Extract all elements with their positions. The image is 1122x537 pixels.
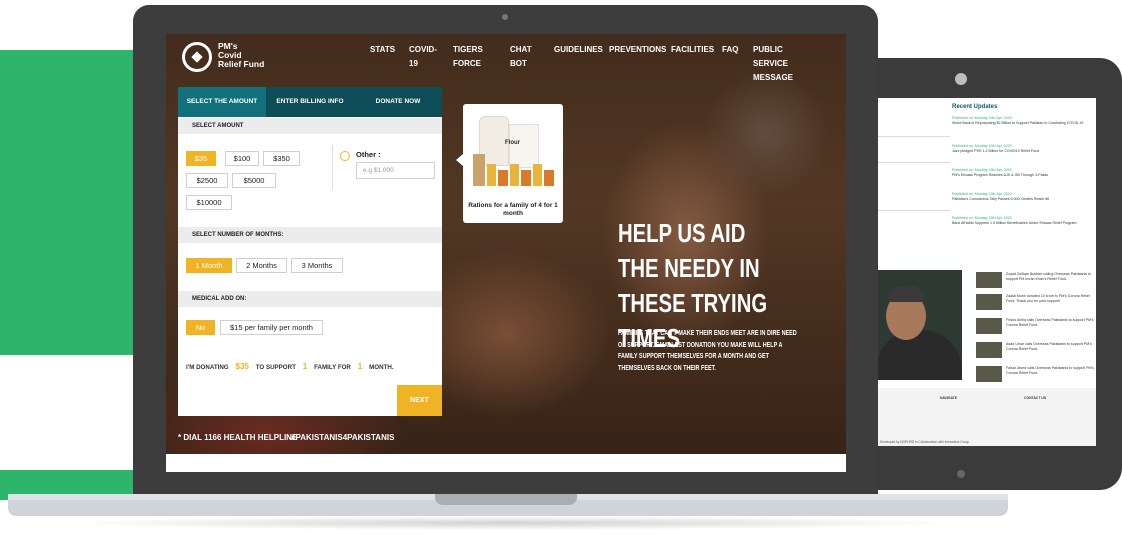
video-title[interactable]: Firdos Ashiq calls Overseas Pakistanis t… — [1006, 318, 1094, 328]
ration-caption: Rations for a family of 4 for 1 month — [468, 202, 558, 217]
months-1-button[interactable]: 1 Month — [186, 258, 232, 273]
nav-facilities[interactable]: FACILITIES — [671, 43, 714, 57]
video-thumbnail[interactable] — [976, 342, 1002, 358]
months-2-button[interactable]: 2 Months — [236, 258, 287, 273]
nav-preventions[interactable]: PREVENTIONS — [609, 43, 666, 57]
video-thumbnail[interactable] — [976, 318, 1002, 334]
months-title: SELECT NUMBER OF MONTHS: — [178, 227, 442, 243]
logo-icon[interactable] — [182, 42, 212, 72]
nav-tigers-force[interactable]: TIGERS FORCE — [453, 43, 483, 71]
ration-image: Flour — [467, 108, 559, 194]
laptop-notch — [435, 494, 577, 505]
camera-icon — [502, 14, 508, 20]
video-title[interactable]: Zoyad Zulfiqar Bukhari calling Overseas … — [1006, 272, 1094, 282]
months-3-button[interactable]: 3 Months — [291, 258, 343, 273]
other-amount-label: Other : — [356, 150, 381, 159]
next-button[interactable]: NEXT — [397, 385, 442, 416]
other-amount-input[interactable]: e.g $1,000 — [356, 162, 435, 179]
nav-public-service-message[interactable]: PUBLIC SERVICE MESSAGE — [753, 43, 815, 85]
amount-100-button[interactable]: $100 — [225, 151, 259, 166]
medical-15-button[interactable]: $15 per family per month — [220, 320, 323, 335]
sack-label: Flour — [505, 140, 520, 146]
secondary-screen: Recent Updates Published on: Monday 13th… — [874, 98, 1096, 446]
select-amount-title: SELECT AMOUNT — [178, 118, 442, 134]
medical-no-button[interactable]: No — [186, 320, 215, 335]
video-title[interactable]: Asad Umar calls Overseas Pakistanis to s… — [1006, 342, 1094, 352]
amount-2500-button[interactable]: $2500 — [186, 173, 228, 188]
update-item[interactable]: Published on: Monday 13th Apr, 2020 Jazz… — [952, 144, 1092, 154]
step-select-amount[interactable]: SELECT THE AMOUNT — [178, 87, 266, 117]
donation-form: SELECT THE AMOUNT ENTER BILLING INFO DON… — [178, 87, 442, 416]
step-donate-now[interactable]: DONATE NOW — [354, 87, 442, 117]
nav-covid-19[interactable]: COVID-19 — [409, 43, 437, 71]
video-thumbnail[interactable] — [976, 366, 1002, 382]
video-thumbnail[interactable] — [976, 294, 1002, 310]
nav-chat-bot[interactable]: CHAT BOT — [510, 43, 532, 71]
footer-contact-heading: CONTACT US — [1024, 396, 1046, 400]
video-title[interactable]: Faisal Javed calls Overseas Pakistanis t… — [1006, 366, 1094, 376]
divider — [874, 210, 950, 211]
amount-350-button[interactable]: $350 — [263, 151, 300, 166]
video-title[interactable]: Zaalal Munir donated 10 crore to PM's Co… — [1006, 294, 1094, 304]
home-button — [957, 470, 965, 478]
medical-title: MEDICAL ADD ON: — [178, 291, 442, 307]
donation-summary: I'M DONATING $35 TO SUPPORT 1 FAMILY FOR… — [186, 362, 394, 371]
amount-10000-button[interactable]: $10000 — [186, 195, 232, 210]
update-item[interactable]: Published on: Monday 13th Apr, 2020 PM's… — [952, 168, 1092, 178]
helpline-text[interactable]: * DIAL 1166 HEALTH HELPLINE — [178, 433, 297, 442]
video-thumbnail[interactable] — [976, 272, 1002, 288]
recent-updates-title: Recent Updates — [952, 104, 998, 110]
nav-faq[interactable]: FAQ — [722, 43, 738, 57]
hashtag-text[interactable]: #PAKISTANIS4PAKISTANIS — [291, 433, 394, 442]
footer-navigate-heading: NAVIGATE — [940, 396, 958, 400]
update-item[interactable]: Published on: Monday 13th Apr, 2020 Bank… — [952, 216, 1092, 226]
divider — [332, 145, 333, 189]
pm-photo — [876, 270, 962, 380]
amount-5000-button[interactable]: $5000 — [232, 173, 276, 188]
update-item[interactable]: Published on: Monday 13th Apr, 2020 Paki… — [952, 192, 1092, 202]
other-amount-radio[interactable] — [340, 151, 350, 161]
page: Recent Updates Published on: Monday 13th… — [0, 0, 1122, 537]
update-item[interactable]: Published on: Monday 13th Apr, 2020 Worl… — [952, 116, 1092, 126]
divider — [874, 136, 950, 137]
secondary-footer: NAVIGATE CONTACT US Developed by NOPHRD … — [874, 388, 1096, 446]
hero-subtitle: FAMILIES THAT CAN'T MAKE THEIR ENDS MEET… — [618, 330, 797, 372]
camera-icon — [955, 73, 967, 85]
nav-stats[interactable]: STATS — [370, 43, 395, 57]
step-billing-info[interactable]: ENTER BILLING INFO — [266, 87, 354, 117]
nav-guidelines[interactable]: GUIDELINES — [554, 43, 603, 57]
developed-by: Developed by NOPHRD in Collaboration wit… — [880, 440, 970, 444]
divider — [874, 162, 950, 163]
main-screen: PM's Covid Relief Fund STATS COVID-19 TI… — [166, 34, 846, 472]
ration-card-pointer — [456, 154, 463, 166]
logo-text[interactable]: PM's Covid Relief Fund — [218, 42, 278, 69]
amount-35-button[interactable]: $35 — [186, 151, 216, 166]
laptop-shadow — [60, 516, 960, 530]
ration-card: Flour Rations for a family of 4 for 1 mo… — [463, 104, 563, 223]
form-steps: SELECT THE AMOUNT ENTER BILLING INFO DON… — [178, 87, 442, 117]
